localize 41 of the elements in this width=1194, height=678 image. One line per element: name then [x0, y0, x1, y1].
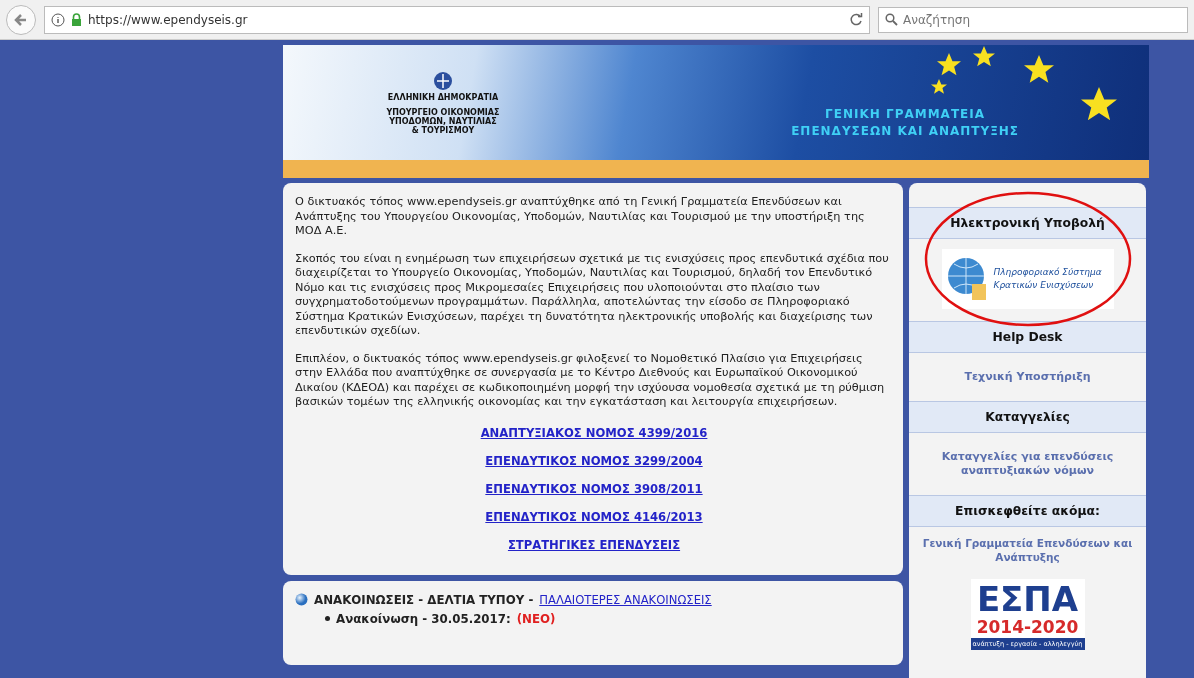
logo-text: Κρατικών Ενισχύσεων: [993, 279, 1095, 292]
intro-paragraph: Ο δικτυακός τόπος www.ependyseis.gr αναπτύχθηκε από τη Γενική Γραμματεία Επενδύσεων και Ανάπτυξης του Υπουργείου Οικονομίας, Υποδομών, Ναυτιλίας και Τουρισμού με την υποστήριξη της ΜΟΔ Α.Ε.: [295, 195, 866, 239]
lock-icon[interactable]: [71, 13, 82, 26]
sidebar-link[interactable]: Γενική Γραμματεία Επενδύσεων και Ανάπτυξης: [909, 527, 1146, 573]
law-link[interactable]: ΕΠΕΝΔΥΤΙΚΟΣ ΝΟΜΟΣ 3299/2004: [485, 453, 703, 468]
sphere-icon: [295, 593, 308, 606]
secretariat-name: ΕΠΕΝΔΥΣΕΩΝ ΚΑΙ ΑΝΑΠΤΥΞΗΣ: [791, 123, 1019, 140]
older-news-link[interactable]: ΠΑΛΑΙΟΤΕΡΕΣ ΑΝΑΚΟΙΝΩΣΕΙΣ: [539, 592, 712, 607]
bullet: [325, 616, 330, 621]
logo-text: Πληροφοριακό Σύστημα: [993, 266, 1102, 279]
ministry-name: & ΤΟΥΡΙΣΜΟΥ: [410, 125, 476, 135]
url-text: https://www.ependyseis.gr: [88, 12, 249, 27]
logo-text: 2014-2020: [976, 616, 1079, 638]
new-label: (ΝΕΟ): [516, 611, 556, 626]
back-button[interactable]: [6, 4, 36, 35]
section-header: Επισκεφθείτε ακόμα:: [909, 495, 1146, 527]
address-bar[interactable]: https://www.ependyseis.gr: [44, 5, 870, 34]
intro-paragraph: Επιπλέον, ο δικτυακός τόπος www.ependyseis.gr φιλοξενεί το Νομοθετικό Πλαίσιο για Επιχειρήσεις στην Ελλάδα που αναπτύχθηκε σε συνεργασία με το Κέντρο Διεθνούς και Ευρωπαϊκού Οικονομικού Δικαίου (ΚΔΕΟΔ) και παρέχει σε κωδικοποιημένη μορφή την ισχύουσα νομοθεσία σχετικά με τη ρύθμιση βασικών τομέων της ελληνικής οικονομίας και την εγκατάσταση και λειτουργία επιχειρήσεων.: [295, 351, 886, 410]
sidebar-link[interactable]: Καταγγελίες για επενδύσεις αναπτυξιακών νόμων: [909, 433, 1146, 495]
intro-paragraph: Σκοπός του είναι η ενημέρωση των επιχειρήσεων σχετικά με τις ενισχύσεις προς επενδυτικά σχέδια που διαχειρίζεται το Υπουργείο Οικονομίας, Υποδομών, Ναυτιλίας και Τουρισμού, δηλαδή τον Επενδυτικό Νόμο και τις ενισχύσεις προς Μικρομεσαίες Επιχειρήσεις που υλοποιούνται στο πλαίσιο των συγχρηματοδοτούμενων προγραμμάτων. Παράλληλα, αποτελώντας την είσοδο σε Πληροφοριακό Σύστημα Κρατικών Ενισχύσεων, παρέχει τη δυνατότητα ηλεκτρονικής υποβολής και διαχείρισης των επενδυτικών σχεδίων.: [295, 251, 890, 339]
system-logo[interactable]: Πληροφοριακό Σύστημα Κρατικών Ενισχύσεων: [941, 249, 1114, 309]
back-arrow-icon: [14, 12, 28, 27]
law-link[interactable]: ΕΠΕΝΔΥΤΙΚΟΣ ΝΟΜΟΣ 4146/2013: [485, 509, 703, 524]
law-link[interactable]: ΣΤΡΑΤΗΓΙΚΕΣ ΕΠΕΝΔΥΣΕΙΣ: [507, 537, 681, 552]
news-title: ΑΝΑΚΟΙΝΩΣΕΙΣ - ΔΕΛΤΙΑ ΤΥΠΟΥ -: [314, 592, 534, 607]
section-header: Help Desk: [909, 321, 1146, 353]
reload-icon[interactable]: [850, 13, 863, 26]
ministry-name: ΥΠΟΥΡΓΕΙΟ ΟΙΚΟΝΟΜΙΑΣ: [386, 107, 500, 117]
secretariat-name: ΓΕΝΙΚΗ ΓΡΑΜΜΑΤΕΙΑ: [825, 106, 985, 123]
section-header: Καταγγελίες: [909, 401, 1146, 433]
info-icon[interactable]: [51, 12, 65, 27]
law-link[interactable]: ΕΠΕΝΔΥΤΙΚΟΣ ΝΟΜΟΣ 3908/2011: [485, 481, 703, 496]
ministry-name: ΥΠΟΔΟΜΩΝ, ΝΑΥΤΙΛΙΑΣ: [388, 116, 498, 126]
emblem-icon: [433, 70, 453, 91]
search-field[interactable]: Αναζήτηση: [878, 6, 1188, 33]
state-name: ΕΛΛΗΝΙΚΗ ΔΗΜΟΚΡΑΤΙΑ: [387, 92, 499, 102]
law-link[interactable]: ΑΝΑΠΤΥΞΙΑΚΟΣ ΝΟΜΟΣ 4399/2016: [480, 425, 708, 440]
logo-text: ΕΣΠΑ: [976, 582, 1079, 616]
section-header: Ηλεκτρονική Υποβολή: [909, 207, 1146, 239]
sidebar-link[interactable]: Τεχνική Υποστήριξη: [909, 353, 1146, 401]
news-item: Ανακοίνωση - 30.05.2017:: [336, 611, 511, 626]
